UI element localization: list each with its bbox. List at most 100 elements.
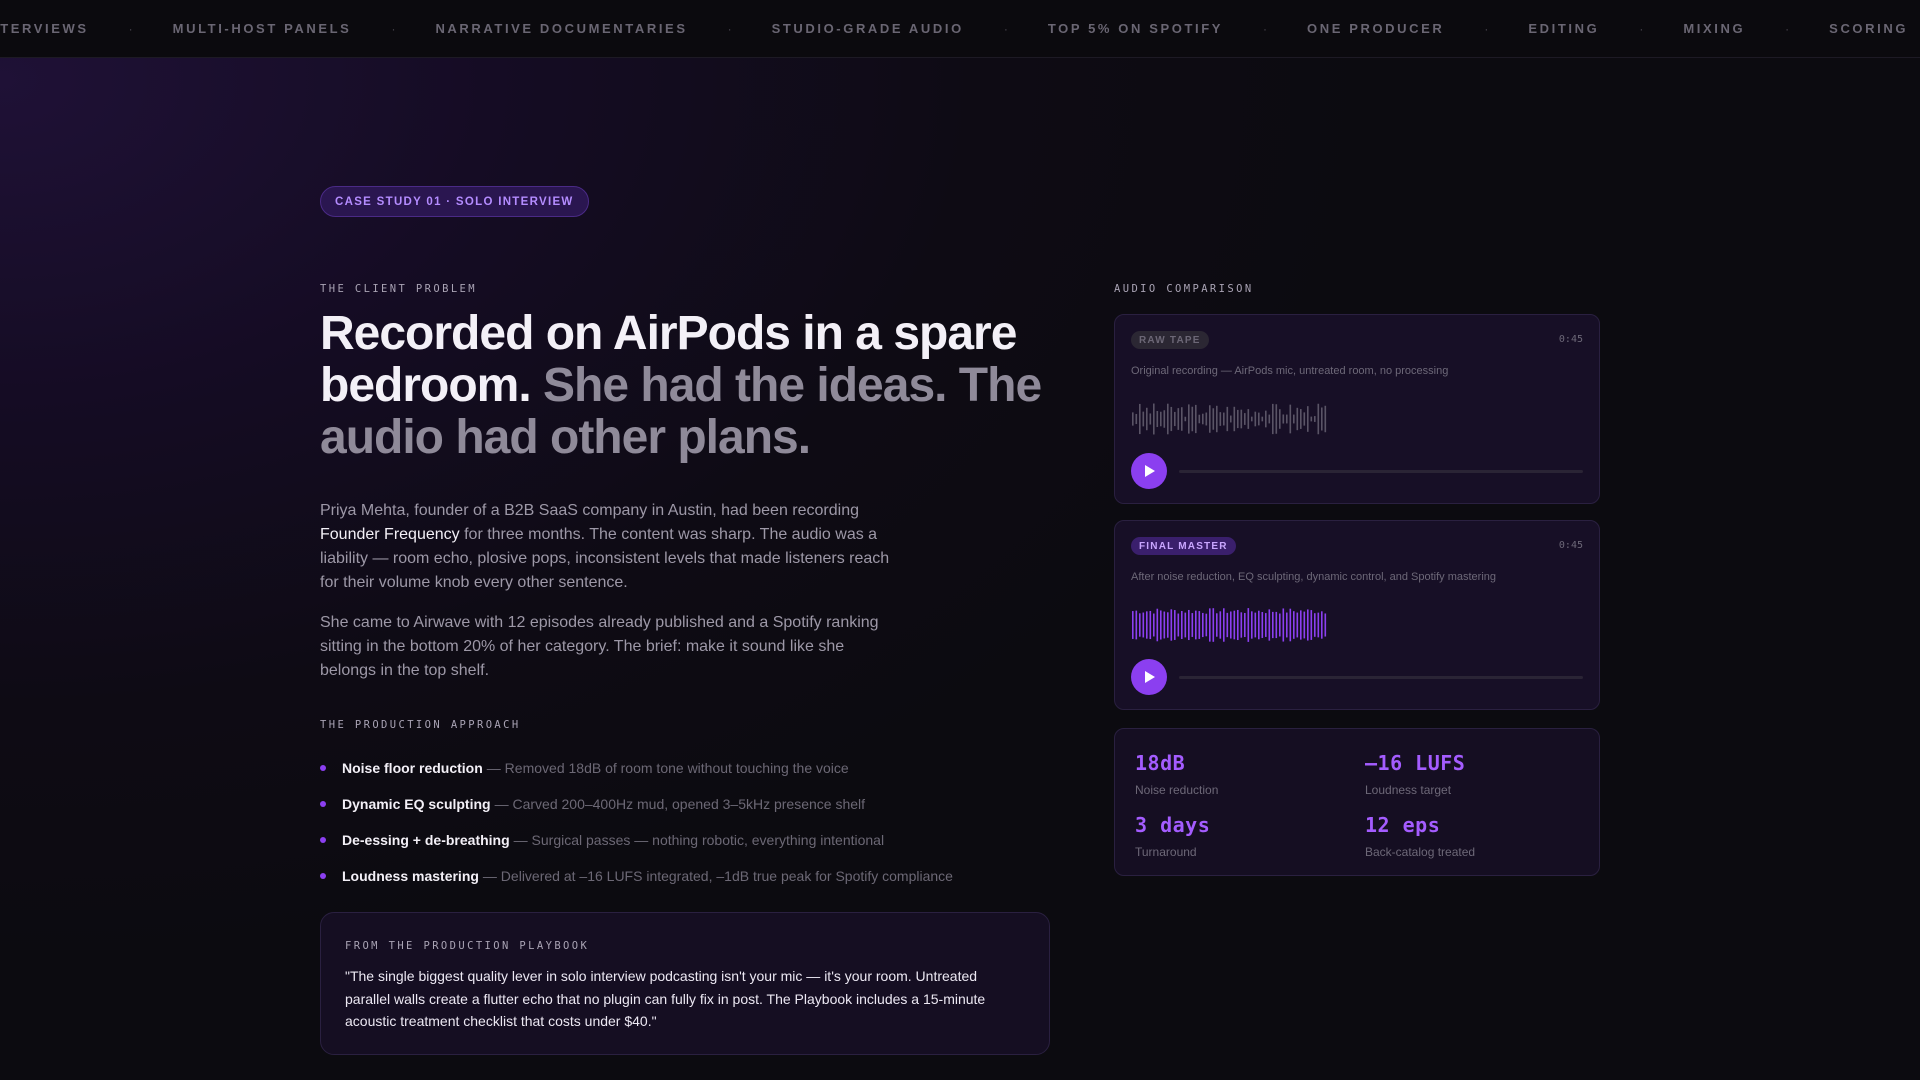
waveform-bar — [1202, 612, 1204, 638]
waveform-bar — [1289, 404, 1292, 434]
ticker-track: Interviews · Multi-host panels · Narrative d… — [0, 21, 1920, 36]
waveform-bar — [1156, 608, 1159, 642]
waveform-bar — [1188, 609, 1190, 641]
waveform-bar — [1188, 404, 1190, 434]
waveform-bar — [1212, 608, 1215, 642]
waveform-bar — [1300, 409, 1302, 429]
podcast-name: Founder Frequency — [320, 526, 460, 543]
waveform-bar — [1230, 415, 1232, 423]
waveform-bar — [1198, 414, 1201, 424]
waveform-bar — [1314, 416, 1316, 422]
waveform-bar — [1233, 406, 1236, 432]
ticker-separator: · — [727, 21, 732, 36]
stat-value: 12 eps — [1365, 813, 1441, 837]
case-study-badge: CASE STUDY 01 · SOLO INTERVIEW — [320, 186, 589, 217]
waveform-bar — [1275, 611, 1278, 639]
waveform-bar — [1286, 612, 1288, 638]
playbook-eyebrow: FROM THE PRODUCTION PLAYBOOK — [345, 940, 590, 952]
waveform-bar — [1163, 611, 1166, 639]
waveform-bar — [1324, 405, 1327, 433]
waveform-bar — [1268, 609, 1271, 641]
final-progress-track[interactable] — [1179, 676, 1583, 679]
waveform-bar — [1237, 409, 1239, 429]
waveform-bar — [1142, 612, 1145, 638]
waveform-bar — [1230, 611, 1232, 639]
ticker-separator: · — [1003, 21, 1008, 36]
waveform-bar — [1282, 608, 1285, 642]
waveform-bar — [1247, 608, 1250, 642]
bullet-dot — [320, 873, 326, 879]
waveform-bar — [1163, 410, 1166, 428]
approach-item: Loudness mastering — Delivered at –16 LUF… — [320, 858, 953, 894]
waveform-bar — [1293, 414, 1295, 424]
approach-item-title: De-essing + de-breathing — [342, 832, 510, 848]
waveform-bar — [1167, 612, 1169, 638]
stat-loudness-target: –16 LUFS Loudness target — [1365, 751, 1465, 797]
raw-duration: 0:45 — [1558, 334, 1583, 345]
waveform-bar — [1286, 414, 1288, 424]
waveform-bar — [1195, 610, 1197, 640]
stat-noise-reduction: 18dB Noise reduction — [1135, 751, 1218, 797]
ticker-item: Interviews — [0, 21, 89, 36]
stat-value: 18dB — [1135, 751, 1186, 775]
waveform-bar — [1310, 416, 1313, 422]
waveform-bar — [1258, 610, 1260, 640]
approach-item-title: Loudness mastering — [342, 868, 479, 884]
client-problem-eyebrow: THE CLIENT PROBLEM — [320, 283, 477, 295]
bullet-dot — [320, 837, 326, 843]
waveform-bar — [1184, 416, 1187, 422]
approach-item-detail: — Delivered at –16 LUFS integrated, –1dB… — [482, 868, 953, 884]
waveform-bar — [1198, 611, 1201, 639]
waveform-bar — [1174, 610, 1176, 640]
waveform-bar — [1289, 608, 1292, 642]
approach-item-detail: — Carved 200–400Hz mud, opened 3–5kHz pr… — [494, 796, 866, 812]
raw-progress-track[interactable] — [1179, 470, 1583, 473]
waveform-bar — [1282, 414, 1285, 424]
ticker-item: Scoring — [1829, 21, 1909, 36]
raw-waveform — [1132, 403, 1327, 435]
waveform-bar — [1139, 613, 1141, 637]
ticker-item: Editing — [1528, 21, 1600, 36]
ticker-separator: · — [1785, 21, 1790, 36]
waveform-bar — [1135, 610, 1138, 640]
waveform-bar — [1247, 409, 1250, 429]
waveform-bar — [1170, 406, 1173, 432]
approach-item: De-essing + de-breathing — Surgical passe… — [320, 822, 953, 858]
ticker-separator: · — [1263, 21, 1268, 36]
ticker-item: Multi-host panels — [172, 21, 352, 36]
problem-paragraph-1: Priya Mehta, founder of a B2B SaaS compa… — [320, 499, 900, 595]
waveform-bar — [1226, 406, 1229, 432]
raw-play-button[interactable] — [1131, 453, 1167, 489]
stat-label: Noise reduction — [1135, 783, 1219, 797]
bullet-dot — [320, 801, 326, 807]
ticker-item: Studio-grade audio — [771, 21, 964, 36]
final-duration: 0:45 — [1558, 540, 1583, 551]
waveform-bar — [1181, 407, 1183, 431]
raw-tape-player: RAW TAPE 0:45 Original recording — AirPo… — [1114, 314, 1600, 504]
waveform-bar — [1310, 610, 1313, 640]
waveform-bar — [1240, 612, 1243, 638]
waveform-bar — [1240, 409, 1243, 429]
waveform-bar — [1237, 609, 1239, 641]
approach-item-detail: — Surgical passes — nothing robotic, eve… — [513, 832, 885, 848]
waveform-bar — [1139, 403, 1141, 435]
waveform-bar — [1296, 612, 1299, 638]
playbook-quote-box: FROM THE PRODUCTION PLAYBOOK "The single… — [320, 912, 1050, 1055]
final-description: After noise reduction, EQ sculpting, dyn… — [1131, 571, 1497, 583]
stat-turnaround: 3 days Turnaround — [1135, 813, 1210, 859]
waveform-bar — [1261, 612, 1264, 638]
playbook-quote: "The single biggest quality lever in sol… — [345, 968, 986, 1029]
stat-value: 3 days — [1135, 813, 1211, 837]
approach-eyebrow: THE PRODUCTION APPROACH — [320, 719, 521, 731]
waveform-bar — [1303, 611, 1306, 639]
stat-label: Loudness target — [1365, 783, 1452, 797]
ticker-separator: · — [1639, 21, 1644, 36]
waveform-bar — [1314, 613, 1316, 637]
ticker-item: Top 5% on Spotify — [1047, 21, 1224, 36]
waveform-bar — [1156, 410, 1159, 428]
play-icon — [1145, 671, 1155, 683]
waveform-bar — [1202, 413, 1204, 425]
final-play-button[interactable] — [1131, 659, 1167, 695]
waveform-bar — [1223, 608, 1225, 642]
p1-text-a: Priya Mehta, founder of a B2B SaaS compa… — [320, 502, 859, 519]
